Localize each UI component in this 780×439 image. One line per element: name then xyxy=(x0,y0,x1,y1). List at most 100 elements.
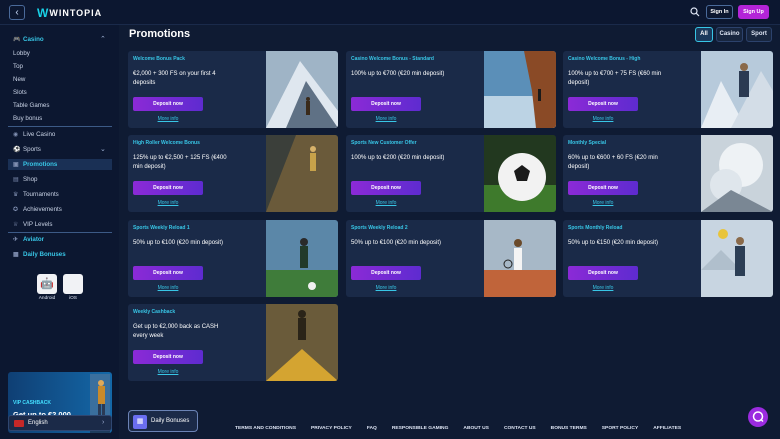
more-info-link[interactable]: More info xyxy=(133,200,203,206)
footer-link-responsible-gaming[interactable]: RESPONSIBLE GAMING xyxy=(392,426,449,431)
deposit-button[interactable]: Deposit now xyxy=(133,97,203,111)
sidebar-item-achievements[interactable]: ✪ Achievements xyxy=(13,206,62,213)
more-info-link[interactable]: More info xyxy=(351,116,421,122)
back-button[interactable]: ‹ xyxy=(9,5,25,20)
sidebar-item-live-casino[interactable]: ◉ Live Casino xyxy=(13,131,55,138)
deposit-button[interactable]: Deposit now xyxy=(351,97,421,111)
promo-card[interactable]: Sports Monthly Reload 50% up to €150 (€2… xyxy=(563,220,773,297)
filter-sport[interactable]: Sport xyxy=(746,27,772,42)
promo-card[interactable]: High Roller Welcome Bonus 125% up to €2,… xyxy=(128,135,338,212)
medal-icon: ✪ xyxy=(13,207,19,214)
promo-card[interactable]: Sports Weekly Reload 1 50% up to €100 (€… xyxy=(128,220,338,297)
footer-link-about[interactable]: ABOUT US xyxy=(463,426,489,431)
card-tag: High Roller Welcome Bonus xyxy=(133,140,200,146)
more-info-link[interactable]: More info xyxy=(568,116,638,122)
sidebar-item-shop[interactable]: ▤ Shop xyxy=(13,176,37,183)
promo-card[interactable]: Weekly Cashback Get up to €2,000 back as… xyxy=(128,304,338,381)
footer-link-terms[interactable]: TERMS AND CONDITIONS xyxy=(235,426,296,431)
card-tag: Sports Weekly Reload 1 xyxy=(133,225,190,231)
deposit-button[interactable]: Deposit now xyxy=(351,181,421,195)
card-description: 60% up to €600 + 60 FS (€20 min deposit) xyxy=(568,155,658,170)
sidebar-item-daily-bonuses[interactable]: ▦ Daily Bonuses xyxy=(13,251,66,258)
card-description: 100% up to €700 + 75 FS (€60 min deposit… xyxy=(568,71,662,86)
sidebar-item-buy-bonus[interactable]: Buy bonus xyxy=(13,115,42,122)
filter-casino[interactable]: Casino xyxy=(716,27,743,42)
chevron-down-icon[interactable]: ⌄ xyxy=(100,145,106,153)
sidebar-item-table-games[interactable]: Table Games xyxy=(13,102,49,109)
more-info-link[interactable]: More info xyxy=(568,285,638,291)
mountain-summit-image xyxy=(701,51,773,128)
divider xyxy=(8,126,112,127)
avalanche-image xyxy=(701,135,773,212)
android-label: Android xyxy=(38,296,56,301)
sidebar-item-aviator[interactable]: ✈ Aviator xyxy=(13,236,44,243)
footer-link-faq[interactable]: FAQ xyxy=(367,426,377,431)
football-player-image xyxy=(266,220,338,297)
footer-link-privacy[interactable]: PRIVACY POLICY xyxy=(311,426,352,431)
footer-link-contact[interactable]: CONTACT US xyxy=(504,426,536,431)
footer-links: TERMS AND CONDITIONS PRIVACY POLICY FAQ … xyxy=(235,426,681,431)
card-description: 125% up to €2,500 + 125 FS (€400 min dep… xyxy=(133,155,227,170)
logo-icon: W xyxy=(37,6,48,20)
deposit-button[interactable]: Deposit now xyxy=(133,181,203,195)
ios-label: iOS xyxy=(69,296,77,301)
chevron-right-icon: › xyxy=(102,419,105,426)
chat-support-button[interactable] xyxy=(748,407,768,427)
footer-link-bonus-terms[interactable]: BONUS TERMS xyxy=(551,426,587,431)
search-icon[interactable] xyxy=(690,7,700,17)
language-selector[interactable]: English › xyxy=(8,415,112,431)
deposit-button[interactable]: Deposit now xyxy=(568,97,638,111)
logo[interactable]: W WINTOPIA xyxy=(37,6,102,20)
sidebar-item-top[interactable]: Top xyxy=(13,63,23,70)
card-tag: Weekly Cashback xyxy=(133,309,176,315)
deposit-button[interactable]: Deposit now xyxy=(568,181,638,195)
card-tag: Casino Welcome Bonus - Standard xyxy=(351,56,434,62)
sidebar-item-casino[interactable]: 🎮 Casino xyxy=(13,36,44,43)
sign-up-button[interactable]: Sign Up xyxy=(738,5,769,19)
top-bar: ‹ W WINTOPIA Sign In Sign Up xyxy=(0,0,780,25)
cliff-climber-image xyxy=(484,51,556,128)
sidebar-item-slots[interactable]: Slots xyxy=(13,89,27,96)
more-info-link[interactable]: More info xyxy=(568,200,638,206)
ball-icon: ⚽ xyxy=(13,147,21,154)
sidebar-item-lobby[interactable]: Lobby xyxy=(13,50,30,57)
sidebar-item-sports[interactable]: ⚽ Sports xyxy=(13,146,41,153)
card-tag: Sports New Customer Offer xyxy=(351,140,417,146)
footer-link-affiliates[interactable]: AFFILIATES xyxy=(653,426,681,431)
deposit-button[interactable]: Deposit now xyxy=(133,266,203,280)
more-info-link[interactable]: More info xyxy=(351,285,421,291)
language-label: English xyxy=(28,420,48,426)
footer-link-sport-policy[interactable]: SPORT POLICY xyxy=(602,426,638,431)
promo-card[interactable]: Sports Weekly Reload 2 50% up to €100 (€… xyxy=(346,220,556,297)
trophy-icon: ♛ xyxy=(13,192,19,199)
sidebar: 🎮 Casino ⌃ Lobby Top New Slots Table Game… xyxy=(0,25,119,439)
sidebar-item-tournaments[interactable]: ♛ Tournaments xyxy=(13,191,59,198)
promo-card[interactable]: Welcome Bonus Pack €2,000 + 300 FS on yo… xyxy=(128,51,338,128)
card-description: €2,000 + 300 FS on your first 4 deposits xyxy=(133,71,216,86)
deposit-button[interactable]: Deposit now xyxy=(568,266,638,280)
more-info-link[interactable]: More info xyxy=(133,285,203,291)
sidebar-item-promotions[interactable]: ▣ Promotions xyxy=(13,161,57,168)
apple-icon[interactable] xyxy=(63,274,83,294)
sidebar-item-new[interactable]: New xyxy=(13,76,25,83)
android-icon[interactable]: 🤖 xyxy=(37,274,57,294)
promo-card[interactable]: Sports New Customer Offer 100% up to €20… xyxy=(346,135,556,212)
more-info-link[interactable]: More info xyxy=(133,116,203,122)
card-description: 100% up to €200 (€20 min deposit) xyxy=(351,155,445,161)
promo-card[interactable]: Casino Welcome Bonus - Standard 100% up … xyxy=(346,51,556,128)
soccer-ball-image xyxy=(484,135,556,212)
daily-bonuses-button[interactable]: ▦ Daily Bonuses xyxy=(128,410,198,432)
more-info-link[interactable]: More info xyxy=(351,200,421,206)
sign-in-button[interactable]: Sign In xyxy=(706,5,733,19)
sidebar-item-vip-levels[interactable]: ♕ VIP Levels xyxy=(13,221,52,228)
deposit-button[interactable]: Deposit now xyxy=(351,266,421,280)
filter-all[interactable]: All xyxy=(695,27,713,42)
deposit-button[interactable]: Deposit now xyxy=(133,350,203,364)
promo-card[interactable]: Monthly Special 60% up to €600 + 60 FS (… xyxy=(563,135,773,212)
chevron-up-icon[interactable]: ⌃ xyxy=(100,35,106,43)
gold-coins-image xyxy=(266,304,338,381)
tennis-player-image xyxy=(484,220,556,297)
more-info-link[interactable]: More info xyxy=(133,369,203,375)
promo-card[interactable]: Casino Welcome Bonus - High 100% up to €… xyxy=(563,51,773,128)
card-description: 50% up to €100 (€20 min deposit) xyxy=(133,240,224,246)
